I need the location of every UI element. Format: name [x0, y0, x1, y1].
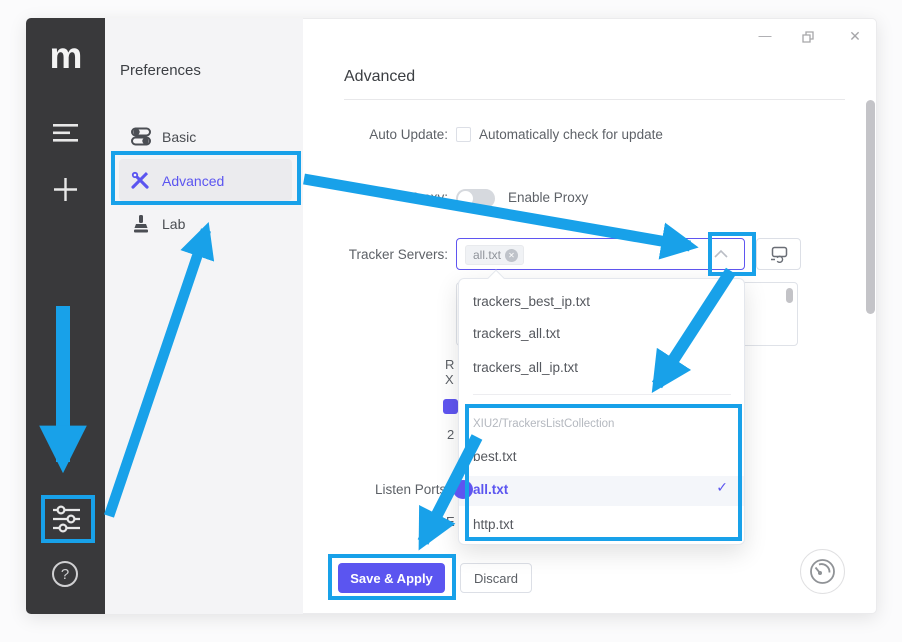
close-icon: ✕ [849, 28, 861, 44]
advanced-tools-icon [131, 171, 150, 195]
auto-update-checkbox-label[interactable]: Automatically check for update [479, 127, 663, 142]
preferences-title: Preferences [120, 62, 201, 79]
restore-icon [800, 29, 815, 44]
tag-close-icon[interactable]: ✕ [505, 249, 518, 262]
dropdown-option[interactable]: trackers_best_ip.txt [473, 294, 590, 309]
proxy-toggle[interactable] [456, 189, 495, 208]
sync-icon [769, 245, 789, 263]
toggle-knob [458, 191, 473, 206]
sync-trackers-button[interactable] [756, 238, 801, 270]
auto-update-label: Auto Update: [300, 127, 448, 142]
speed-limit-button[interactable] [800, 549, 845, 594]
tracker-servers-select[interactable]: all.txt ✕ [456, 238, 745, 270]
basic-toggles-icon [131, 127, 151, 151]
occluded-text-fragment: X [445, 372, 454, 387]
discard-button[interactable]: Discard [460, 563, 532, 593]
occluded-checkbox-fragment [443, 399, 458, 414]
dropdown-option[interactable]: best.txt [473, 449, 517, 464]
auto-update-checkbox[interactable] [456, 127, 471, 142]
save-apply-button[interactable]: Save & Apply [338, 563, 445, 593]
textarea-scroll-thumb[interactable] [786, 288, 793, 303]
dropdown-option-selected[interactable]: all.txt [473, 482, 508, 497]
question-mark-icon: ? [61, 566, 69, 583]
occluded-switch-fragment [453, 480, 473, 499]
tag-label: all.txt [473, 248, 501, 262]
dropdown-divider [473, 394, 731, 395]
preferences-sliders-icon[interactable] [51, 504, 82, 539]
header-divider [344, 99, 845, 100]
dropdown-group-label: XIU2/TrackersListCollection [473, 418, 614, 430]
listen-ports-label: Listen Ports: [330, 482, 450, 497]
check-icon: ✓ [716, 479, 728, 496]
sidebar-item-lab[interactable]: Lab [162, 216, 185, 232]
motrix-logo-icon: m [47, 36, 85, 76]
proxy-toggle-label: Enable Proxy [508, 190, 588, 205]
close-button[interactable]: ✕ [846, 28, 864, 45]
lab-stamp-icon [132, 214, 150, 239]
tracker-dropdown: trackers_best_ip.txt trackers_all.txt tr… [458, 278, 745, 545]
occluded-text-fragment: R [445, 357, 454, 372]
occluded-text-fragment: E [446, 514, 455, 529]
chevron-up-icon[interactable] [712, 247, 730, 261]
tracker-servers-label: Tracker Servers: [300, 247, 448, 262]
selected-tracker-tag: all.txt ✕ [465, 245, 524, 265]
window-scrollbar-thumb[interactable] [866, 100, 875, 314]
task-list-icon[interactable] [52, 122, 79, 149]
maximize-button[interactable] [800, 29, 815, 49]
dropdown-option[interactable]: trackers_all.txt [473, 326, 560, 341]
preferences-panel [105, 18, 303, 614]
minimize-button[interactable]: — [755, 28, 775, 43]
add-task-icon[interactable] [52, 176, 79, 208]
dropdown-option[interactable]: trackers_all_ip.txt [473, 360, 578, 375]
occluded-text-fragment: 2 [447, 427, 454, 442]
speedometer-icon [808, 557, 837, 586]
sidebar-item-basic[interactable]: Basic [162, 129, 196, 145]
sidebar-item-advanced-label[interactable]: Advanced [162, 173, 224, 189]
dropdown-option[interactable]: http.txt [473, 517, 514, 532]
help-button[interactable]: ? [52, 561, 78, 587]
proxy-label: Proxy: [300, 190, 448, 205]
minimize-icon: — [759, 28, 772, 43]
page-title: Advanced [344, 68, 415, 86]
screenshot-stage: — ✕ m ? Preferences [0, 0, 902, 642]
